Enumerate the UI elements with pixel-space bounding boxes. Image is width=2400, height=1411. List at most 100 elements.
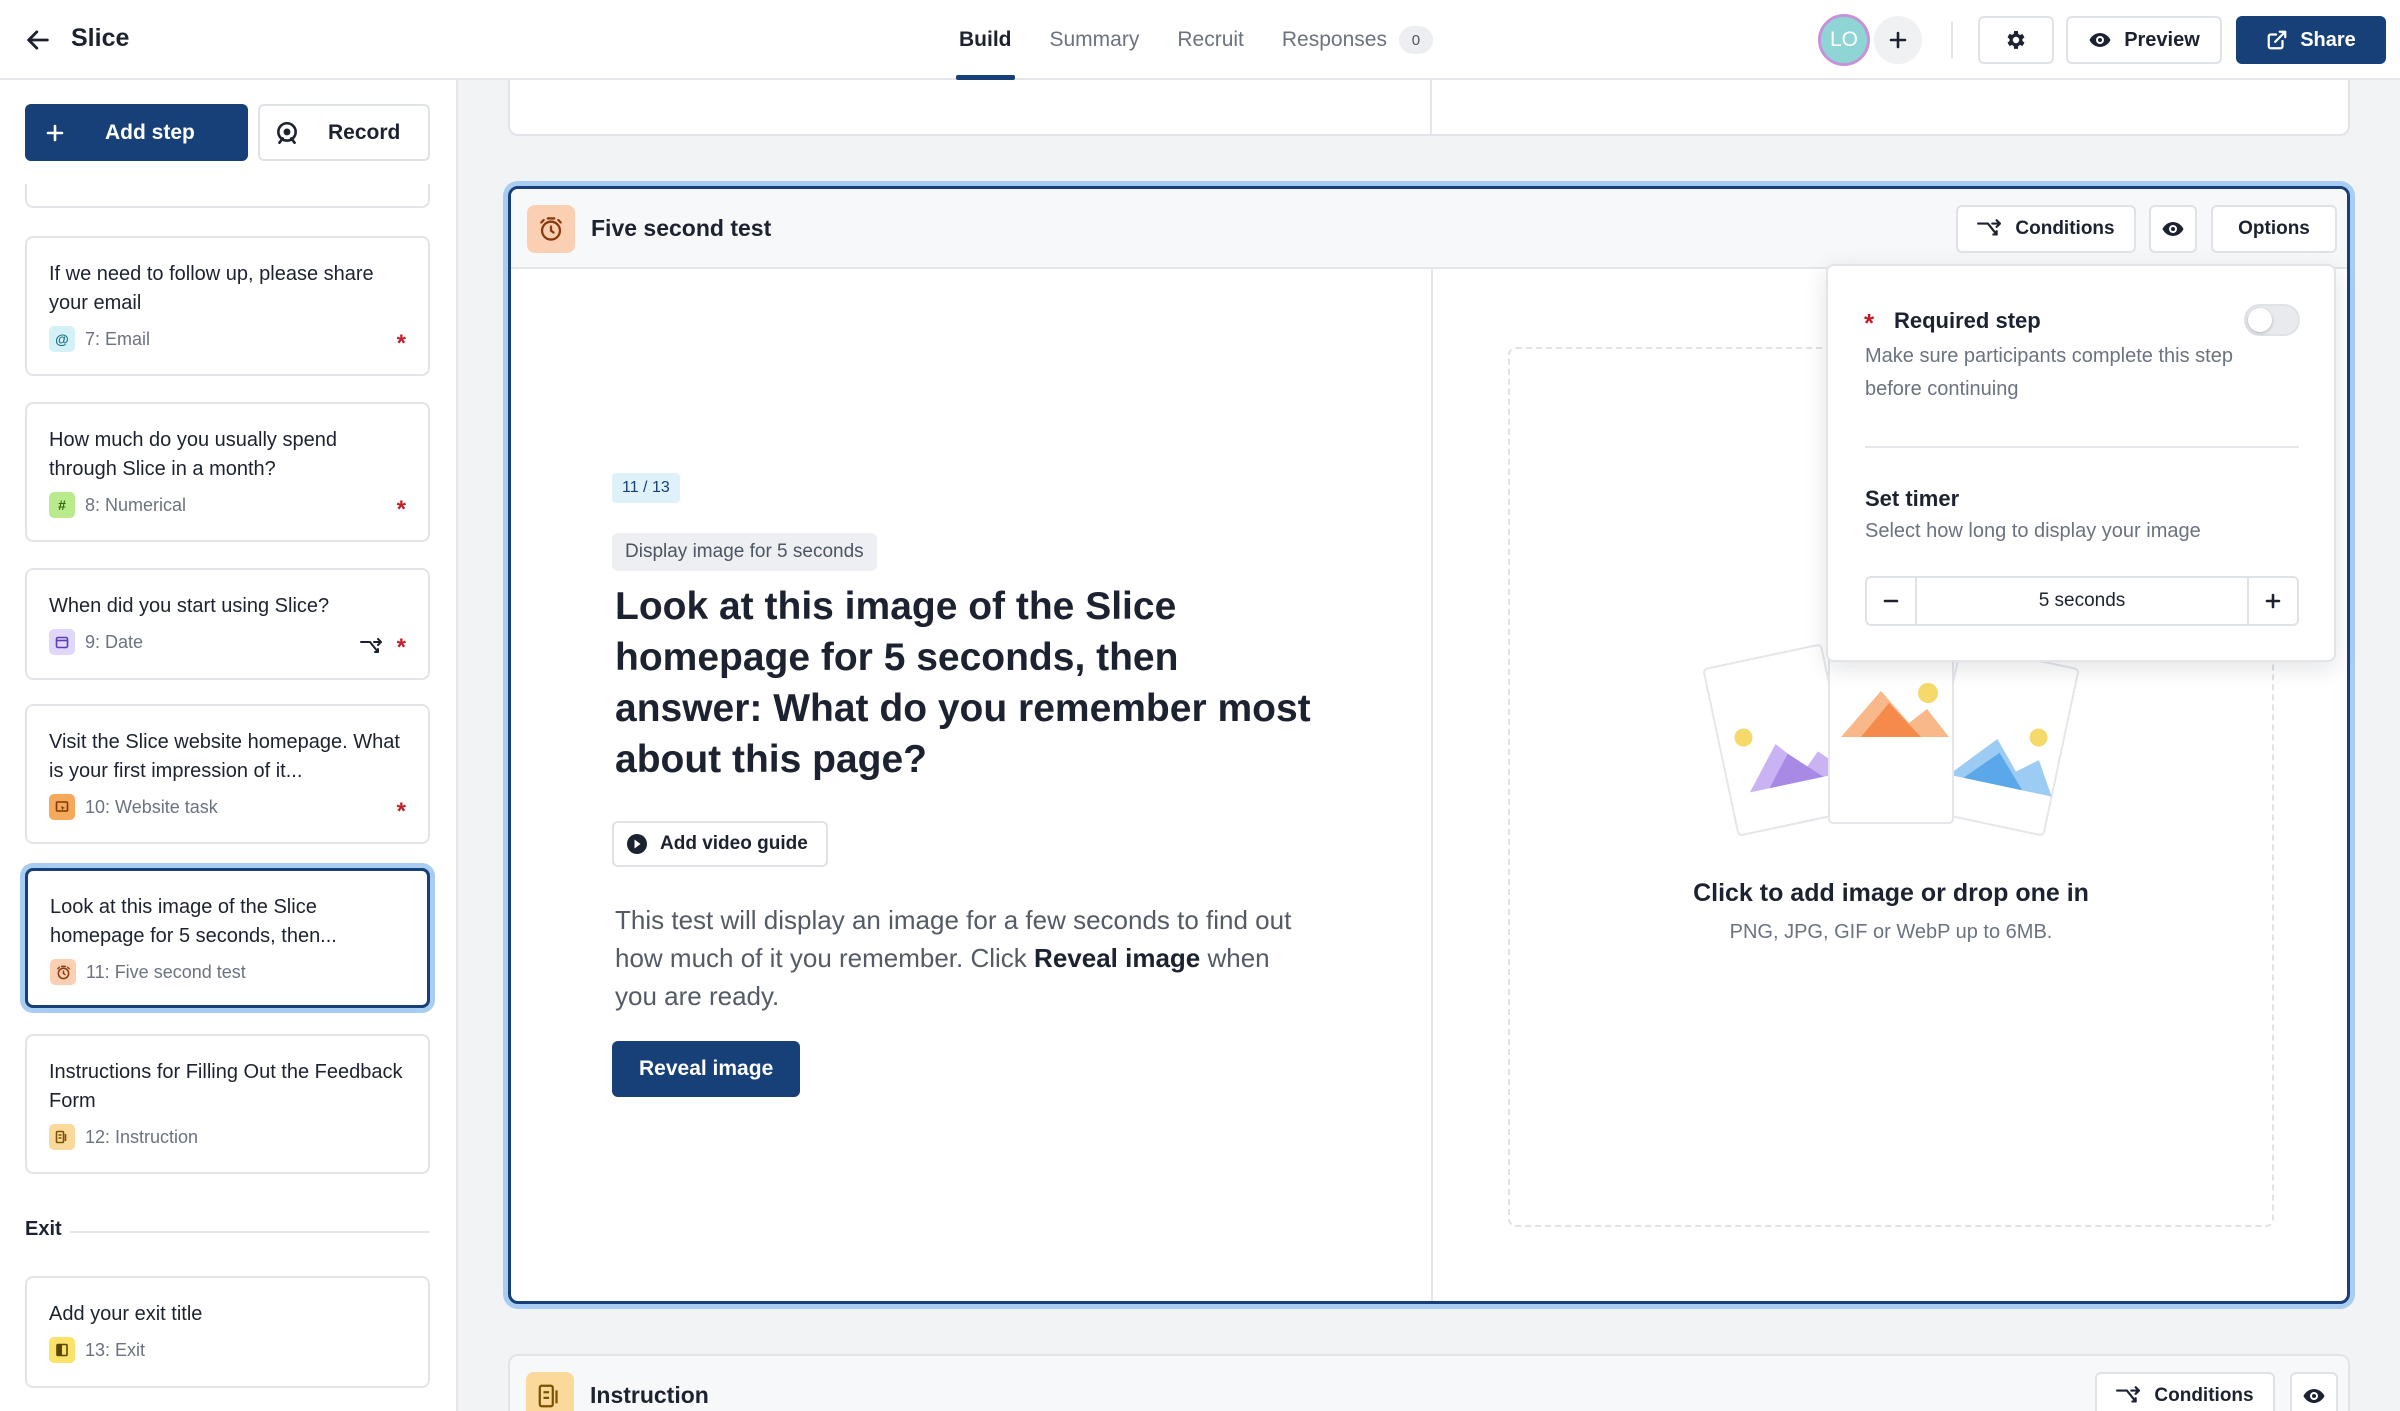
add-collaborator-button[interactable] [1872,14,1924,66]
required-indicator-icon: * [396,496,406,523]
block-header: Five second test Conditions Options [511,189,2347,269]
step-title: When did you start using Slice? [49,595,330,617]
step-card-12[interactable]: Instructions for Filling Out the Feedbac… [25,1034,430,1174]
exit-section-label: Exit [25,1218,62,1240]
add-video-guide-label: Add video guide [660,833,808,854]
step-card-10[interactable]: Visit the Slice website homepage. What i… [25,704,430,844]
step-type-label: 12: Instruction [85,1126,199,1147]
timer-value[interactable]: 5 seconds [1917,578,2247,624]
step-meta: 9: Date [49,629,406,655]
exit-icon [49,1337,75,1363]
required-indicator-icon: * [1864,308,1875,338]
step-meta: @ 7: Email [49,326,406,352]
gear-icon [2007,31,2025,49]
minus-icon [1883,599,1899,603]
step-title: Add your exit title [49,1303,203,1325]
visibility-button[interactable] [2149,205,2197,253]
step-meta: 11: Five second test [50,959,405,985]
tab-recruit[interactable]: Recruit [1158,0,1263,80]
step-card-9[interactable]: When did you start using Slice? 9: Date … [25,568,430,680]
step-meta: 12: Instruction [49,1124,406,1150]
add-step-label: Add step [105,120,195,144]
block-title: Instruction [590,1382,709,1408]
record-button[interactable]: Record [258,104,430,161]
hash-icon: # [49,492,75,518]
eye-icon [2162,222,2184,236]
share-label: Share [2300,28,2356,51]
website-icon [49,794,75,820]
conditions-label: Conditions [2015,218,2115,239]
step-title: Look at this image of the Slice homepage… [50,896,337,947]
plus-icon [2265,593,2281,609]
tab-build[interactable]: Build [940,0,1031,80]
conditions-icon [1977,219,2002,236]
play-circle-icon [627,834,647,854]
timer-increase-button[interactable] [2247,578,2297,624]
timer-stepper: 5 seconds [1865,576,2299,626]
timer-decrease-button[interactable] [1867,578,1917,624]
description-bold: Reveal image [1034,943,1201,973]
app-title: Slice [71,24,130,52]
eye-icon [2303,1389,2325,1403]
instruction-block: Instruction Conditions [508,1354,2350,1411]
display-duration-pill: Display image for 5 seconds [612,533,877,571]
main-tabs: Build Summary Recruit Responses 0 [940,0,1452,80]
instruction-icon [49,1124,75,1150]
preview-button[interactable]: Preview [2066,16,2222,64]
preview-label: Preview [2124,28,2200,51]
drop-zone-subtitle: PNG, JPG, GIF or WebP up to 6MB. [1729,921,2053,943]
top-bar: Slice Build Summary Recruit Responses 0 L… [0,0,2400,80]
add-video-guide-button[interactable]: Add video guide [612,821,828,867]
step-title: Instructions for Filling Out the Feedbac… [49,1061,403,1112]
responses-count-badge: 0 [1398,26,1433,54]
set-timer-title: Set timer [1865,486,1960,511]
timer-icon [527,205,575,253]
options-button[interactable]: Options [2211,205,2337,253]
set-timer-description: Select how long to display your image [1865,520,2201,542]
plus-icon [1889,31,1907,49]
record-icon [277,121,297,144]
step-meta: 10: Website task [49,794,406,820]
steps-sidebar: Add step Record If we need to follow up,… [0,80,458,1411]
external-link-icon [2267,30,2287,50]
add-step-button[interactable]: Add step [25,104,248,161]
previous-step-block [508,80,2350,136]
step-card-7[interactable]: If we need to follow up, please share yo… [25,236,430,376]
question-title[interactable]: Look at this image of the Slice homepage… [615,581,1335,785]
step-meta: 13: Exit [49,1337,406,1363]
step-type-label: 9: Date [85,631,144,652]
share-button[interactable]: Share [2236,16,2386,64]
back-button[interactable] [20,22,56,58]
tab-label: Recruit [1177,28,1244,51]
avatar[interactable]: LO [1818,14,1870,66]
reveal-image-button[interactable]: Reveal image [612,1041,801,1097]
required-indicator-icon: * [396,634,406,661]
required-step-description: Make sure participants complete this ste… [1865,345,2233,400]
settings-button[interactable] [1978,16,2054,64]
toggle-knob [2248,308,2272,332]
step-meta: # 8: Numerical [49,492,406,518]
step-card-partial[interactable] [25,184,430,208]
visibility-button[interactable] [2290,1372,2338,1411]
conditions-button[interactable]: Conditions [1956,205,2136,253]
at-icon: @ [49,326,75,352]
tab-summary[interactable]: Summary [1031,0,1159,80]
conditions-icon [360,638,382,653]
drop-zone-title: Click to add image or drop one in [1693,879,2089,907]
tab-label: Responses [1281,28,1387,51]
step-card-11[interactable]: Look at this image of the Slice homepage… [25,868,430,1008]
step-title: How much do you usually spend through Sl… [49,429,337,480]
step-card-13-exit[interactable]: Add your exit title 13: Exit [25,1276,430,1388]
required-indicator-icon: * [396,798,406,825]
image-placeholder-illustration [1703,642,2079,836]
conditions-button[interactable]: Conditions [2095,1372,2275,1411]
tab-label: Summary [1049,28,1140,51]
options-popover: * Required step Make sure participants c… [1826,264,2336,662]
step-card-8[interactable]: How much do you usually spend through Sl… [25,402,430,542]
tab-responses[interactable]: Responses 0 [1263,0,1452,80]
conditions-label: Conditions [2154,1385,2254,1406]
required-step-toggle[interactable] [2244,304,2300,336]
step-title: If we need to follow up, please share yo… [49,263,374,314]
exit-section-divider [70,1231,430,1233]
timer-icon [50,959,76,985]
